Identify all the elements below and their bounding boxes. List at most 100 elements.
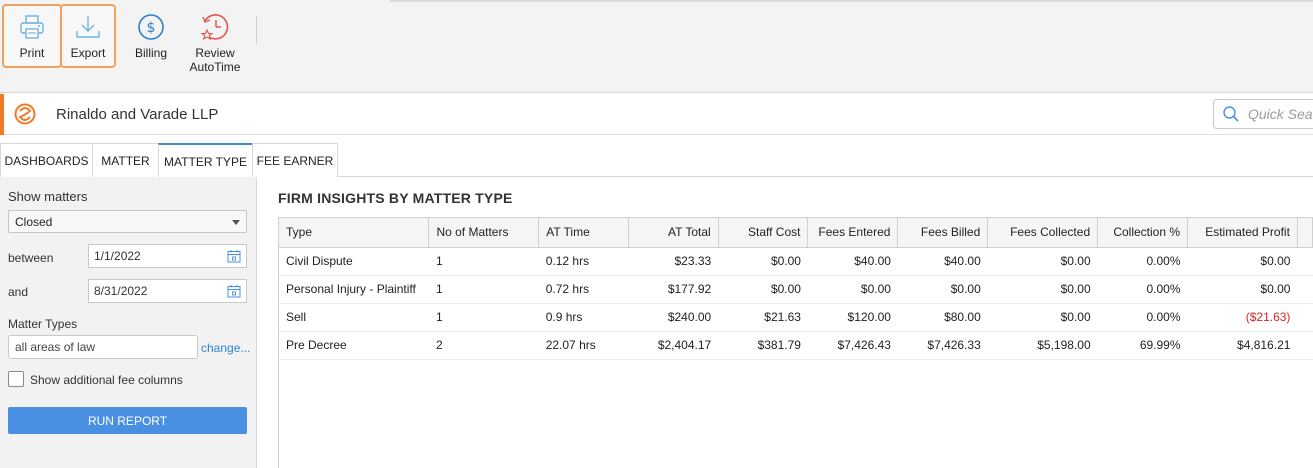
table-row[interactable]: Pre Decree 2 22.07 hrs $2,404.17 $381.79… [279,331,1313,360]
filter-panel: Show matters Closed between 1/1/2022 and… [0,177,257,468]
matter-types-field[interactable]: all areas of law [8,335,198,359]
print-button[interactable]: Print [2,4,62,68]
firm-name: Rinaldo and Varade LLP [56,106,219,123]
chevron-down-icon [232,220,240,225]
tab-dashboards[interactable]: DASHBOARDS [0,143,93,177]
review-label-line1: Review [195,46,235,60]
report-tabs: DASHBOARDS MATTER MATTER TYPE FEE EARNER [0,143,1313,178]
cell-estimated-profit-negative: ($21.63) [1187,303,1298,332]
report-table: Type No of Matters AT Time AT Total Staf… [279,218,1313,360]
cell-fees-billed: $0.00 [897,275,988,304]
cell-estimated-profit: $0.00 [1187,275,1298,304]
cell-staff-cost: $0.00 [718,247,808,276]
cell-fees-entered: $40.00 [807,247,898,276]
and-label: and [8,285,29,299]
ribbon-toolbar: Print Export $ Billing Review AutoTime [0,0,1313,93]
cell-no-of-matters: 1 [428,275,539,304]
firm-header: Rinaldo and Varade LLP [0,94,1313,135]
matter-types-label: Matter Types [8,317,78,331]
calendar-icon[interactable] [227,249,241,263]
between-label: between [8,251,54,265]
column-header-collection-pct[interactable]: Collection % [1097,218,1189,248]
printer-icon [17,12,47,42]
cell-type: Pre Decree [279,331,429,360]
app-logo-icon [14,103,36,125]
cell-filler [1297,303,1313,332]
fee-columns-label: Show additional fee columns [30,373,183,387]
end-date-value: 8/31/2022 [94,284,148,298]
quick-search-input[interactable] [1248,106,1313,122]
calendar-icon[interactable] [227,284,241,298]
billing-button[interactable]: $ Billing [125,4,177,68]
cell-no-of-matters: 1 [428,303,539,332]
cell-at-time: 22.07 hrs [538,331,629,360]
cell-type: Personal Injury - Plaintiff [279,275,429,304]
table-row[interactable]: Civil Dispute 1 0.12 hrs $23.33 $0.00 $4… [279,247,1313,276]
cell-fees-collected: $0.00 [987,303,1098,332]
cell-at-time: 0.12 hrs [538,247,629,276]
export-label: Export [70,46,106,60]
cell-staff-cost: $381.79 [718,331,808,360]
column-header-fees-collected[interactable]: Fees Collected [987,218,1099,248]
export-button[interactable]: Export [60,4,116,68]
cell-fees-collected: $0.00 [987,247,1098,276]
cell-filler [1297,247,1313,276]
review-autotime-label: Review AutoTime [190,46,241,74]
column-header-type[interactable]: Type [279,218,430,248]
cell-at-total: $2,404.17 [628,331,719,360]
ribbon-separator [256,16,257,44]
table-row[interactable]: Sell 1 0.9 hrs $240.00 $21.63 $120.00 $8… [279,303,1313,332]
cell-at-time: 0.72 hrs [538,275,629,304]
review-label-line2: AutoTime [189,60,241,74]
cell-estimated-profit: $0.00 [1187,247,1298,276]
cell-fees-collected: $0.00 [987,275,1098,304]
cell-type: Sell [279,303,429,332]
column-header-at-total[interactable]: AT Total [628,218,719,248]
run-report-button[interactable]: RUN REPORT [8,407,247,434]
cell-collection-pct: 0.00% [1097,275,1188,304]
firm-accent-bar [0,94,4,135]
cell-collection-pct: 69.99% [1097,331,1188,360]
column-header-at-time[interactable]: AT Time [538,218,629,248]
column-header-no-of-matters[interactable]: No of Matters [428,218,540,248]
search-icon [1222,105,1240,123]
matter-status-select[interactable]: Closed [8,210,247,233]
cell-filler [1297,275,1313,304]
cell-collection-pct: 0.00% [1097,247,1188,276]
cell-fees-billed: $7,426.33 [897,331,988,360]
cell-at-total: $23.33 [628,247,719,276]
cell-fees-billed: $40.00 [897,247,988,276]
tab-fee-earner[interactable]: FEE EARNER [252,143,338,177]
column-header-fees-entered[interactable]: Fees Entered [807,218,899,248]
dollar-circle-icon: $ [136,12,166,42]
column-header-staff-cost[interactable]: Staff Cost [718,218,809,248]
cell-fees-entered: $0.00 [807,275,898,304]
table-row[interactable]: Personal Injury - Plaintiff 1 0.72 hrs $… [279,275,1313,304]
cell-filler [1297,331,1313,360]
start-date-field[interactable]: 1/1/2022 [88,244,247,268]
report-title: FIRM INSIGHTS BY MATTER TYPE [278,190,513,206]
column-header-fees-billed[interactable]: Fees Billed [897,218,989,248]
clock-star-icon [200,12,230,42]
matter-status-value: Closed [15,214,53,229]
billing-label: Billing [134,46,167,60]
quick-search-box[interactable] [1213,99,1313,129]
ribbon-divider-line [390,0,1313,2]
report-table-container: Type No of Matters AT Time AT Total Staf… [278,217,1313,468]
cell-type: Civil Dispute [279,247,429,276]
cell-at-time: 0.9 hrs [538,303,629,332]
column-header-filler [1297,218,1313,248]
cell-staff-cost: $0.00 [718,275,808,304]
tab-matter-type[interactable]: MATTER TYPE [158,143,253,178]
table-header-row: Type No of Matters AT Time AT Total Staf… [279,218,1313,248]
cell-at-total: $240.00 [628,303,719,332]
fee-columns-checkbox[interactable] [8,371,24,387]
svg-text:$: $ [147,20,156,36]
review-autotime-button[interactable]: Review AutoTime [182,4,248,74]
change-matter-types-link[interactable]: change... [201,341,250,355]
column-header-estimated-profit[interactable]: Estimated Profit [1187,218,1298,248]
cell-no-of-matters: 2 [428,331,539,360]
start-date-value: 1/1/2022 [94,249,141,263]
tab-matter[interactable]: MATTER [92,143,159,177]
end-date-field[interactable]: 8/31/2022 [88,279,247,303]
